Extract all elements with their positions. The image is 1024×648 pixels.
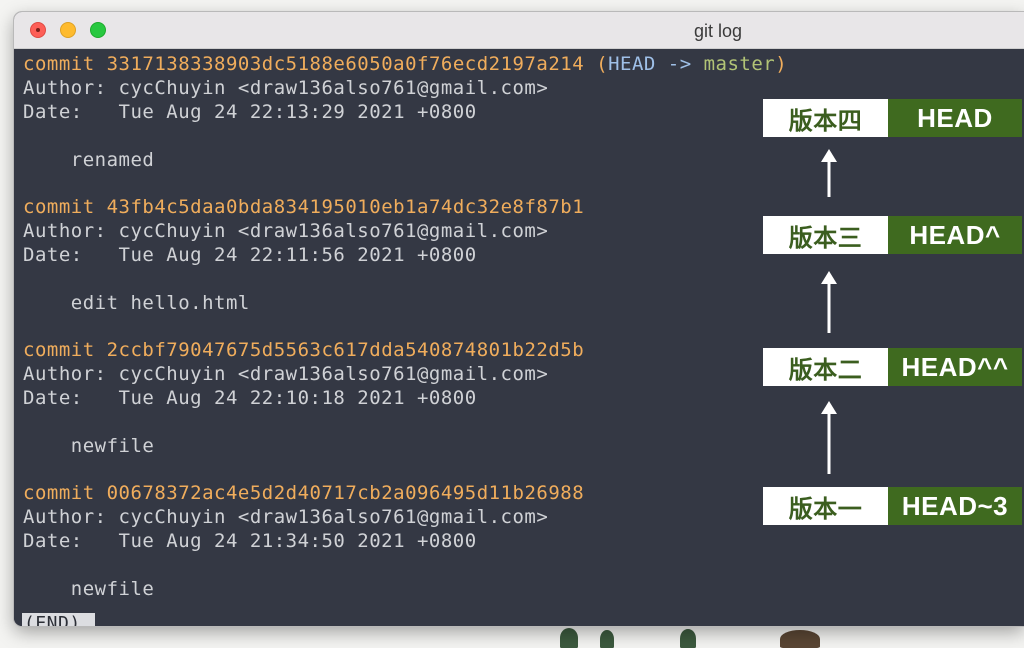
version-name: 版本一 [763, 487, 888, 525]
commit-hash: 00678372ac4e5d2d40717cb2a096495d11b26988 [106, 482, 585, 504]
date-line: Date: Tue Aug 24 22:10:18 2021 +0800 [23, 387, 477, 409]
pager-end-marker: (END) [22, 613, 95, 626]
commit-label: commit [23, 339, 95, 361]
commit-message: newfile [23, 435, 155, 457]
plant-leaf-decoration [780, 630, 820, 648]
ref-paren-close: ) [775, 53, 788, 75]
commit-line: commit 43fb4c5daa0bda834195010eb1a74dc32… [23, 195, 584, 219]
window-title: git log [694, 21, 743, 41]
version-annotation: 版本二 HEAD^^ [763, 348, 1022, 386]
author-line: Author: cycChuyin <draw136also761@gmail.… [23, 363, 549, 385]
commit-label: commit [23, 53, 95, 75]
commit-message: renamed [23, 149, 155, 171]
commit-label: commit [23, 482, 95, 504]
commit-line: commit 2ccbf79047675d5563c617dda54087480… [23, 338, 584, 362]
arrow-up-icon [821, 401, 837, 474]
version-annotation: 版本四 HEAD [763, 99, 1022, 137]
commit-message: edit hello.html [23, 292, 250, 314]
terminal-window: git log commit 3317138338903dc5188e6050a… [14, 12, 1024, 626]
commit-line: commit 3317138338903dc5188e6050a0f76ecd2… [23, 52, 787, 76]
plant-leaf-decoration [680, 629, 696, 648]
date-line: Date: Tue Aug 24 22:13:29 2021 +0800 [23, 101, 477, 123]
commit-hash: 2ccbf79047675d5563c617dda540874801b22d5b [106, 339, 585, 361]
plant-leaf-decoration [560, 628, 578, 648]
version-name: 版本三 [763, 216, 888, 254]
commit-hash: 43fb4c5daa0bda834195010eb1a74dc32e8f87b1 [106, 196, 585, 218]
version-ref: HEAD [888, 99, 1022, 137]
version-ref: HEAD~3 [888, 487, 1022, 525]
minimize-dot-icon[interactable] [60, 22, 76, 38]
version-annotation: 版本一 HEAD~3 [763, 487, 1022, 525]
author-line: Author: cycChuyin <draw136also761@gmail.… [23, 220, 549, 242]
maximize-dot-icon[interactable] [90, 22, 106, 38]
window-titlebar[interactable]: git log [14, 12, 1024, 49]
date-line: Date: Tue Aug 24 21:34:50 2021 +0800 [23, 530, 477, 552]
author-line: Author: cycChuyin <draw136also761@gmail.… [23, 77, 549, 99]
commit-hash: 3317138338903dc5188e6050a0f76ecd2197a214 [106, 53, 585, 75]
head-ref: HEAD -> [608, 53, 692, 75]
version-annotation: 版本三 HEAD^ [763, 216, 1022, 254]
commit-message: newfile [23, 578, 155, 600]
commit-label: commit [23, 196, 95, 218]
version-name: 版本二 [763, 348, 888, 386]
close-dot-icon[interactable] [30, 22, 46, 38]
version-ref: HEAD^^ [888, 348, 1022, 386]
arrow-up-icon [821, 149, 837, 197]
terminal-output[interactable]: commit 3317138338903dc5188e6050a0f76ecd2… [14, 49, 1024, 626]
arrow-up-icon [821, 271, 837, 333]
version-name: 版本四 [763, 99, 888, 137]
commit-line: commit 00678372ac4e5d2d40717cb2a096495d1… [23, 481, 584, 505]
ref-paren-open: ( [596, 53, 609, 75]
date-line: Date: Tue Aug 24 22:11:56 2021 +0800 [23, 244, 477, 266]
version-ref: HEAD^ [888, 216, 1022, 254]
branch-ref: master [703, 53, 776, 75]
plant-leaf-decoration [600, 630, 614, 648]
author-line: Author: cycChuyin <draw136also761@gmail.… [23, 506, 549, 528]
